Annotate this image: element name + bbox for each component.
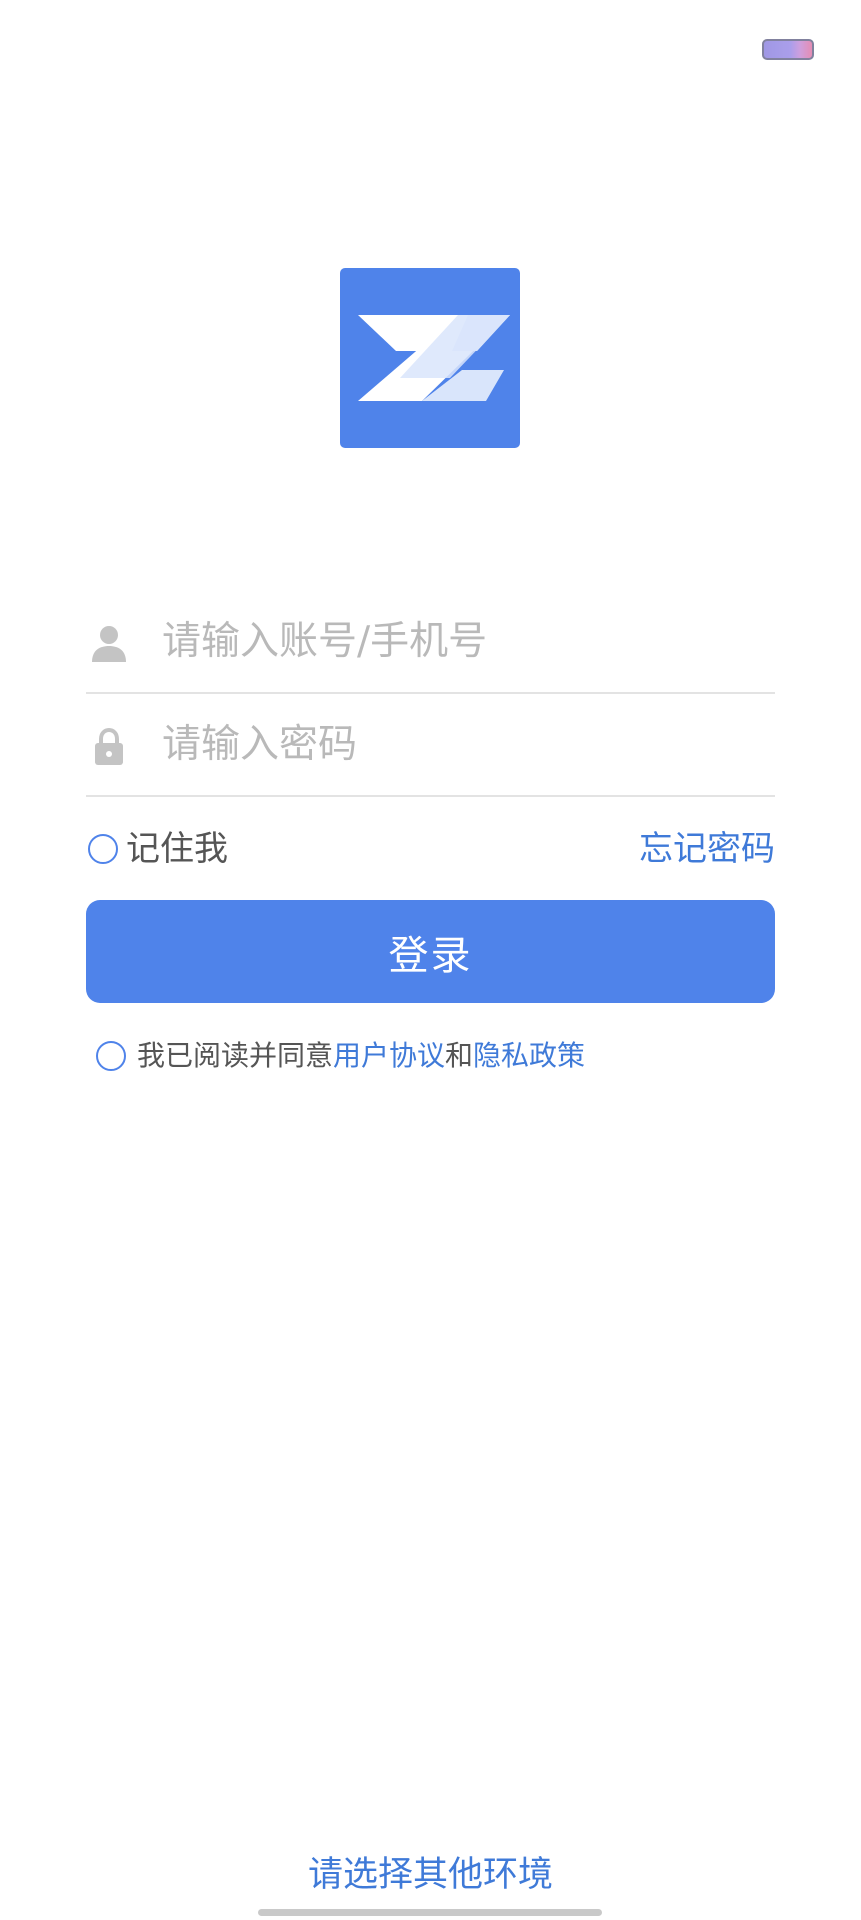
password-field: [86, 693, 775, 797]
choose-environment-link[interactable]: 请选择其他环境: [308, 1855, 553, 1895]
username-field: [86, 590, 775, 694]
battery-icon: [762, 39, 814, 60]
username-input[interactable]: [162, 606, 762, 676]
home-indicator: [258, 1909, 602, 1916]
lock-icon: [95, 727, 123, 765]
privacy-policy-link[interactable]: 隐私政策: [473, 1039, 585, 1072]
user-agreement-link[interactable]: 用户协议: [333, 1039, 445, 1072]
agreement-conjunction: 和: [445, 1039, 474, 1072]
agreement-row: 我已阅读并同意用户协议和隐私政策: [95, 1036, 695, 1076]
forgot-password-link[interactable]: 忘记密码: [639, 826, 775, 872]
agreement-checkbox[interactable]: [96, 1041, 126, 1071]
app-logo: [340, 268, 520, 448]
choose-environment-row: 请选择其他环境: [0, 1850, 861, 1900]
z-logo-icon: [358, 315, 510, 401]
agreement-prefix: 我已阅读并同意: [137, 1039, 334, 1072]
remember-me-label[interactable]: 记住我: [126, 826, 228, 872]
remember-row: 记住我 忘记密码: [86, 822, 775, 878]
user-icon: [92, 626, 126, 662]
agreement-text: 我已阅读并同意用户协议和隐私政策: [137, 1036, 585, 1076]
login-button[interactable]: 登录: [86, 900, 775, 1003]
password-input[interactable]: [162, 709, 762, 779]
remember-me-checkbox[interactable]: [88, 834, 118, 864]
